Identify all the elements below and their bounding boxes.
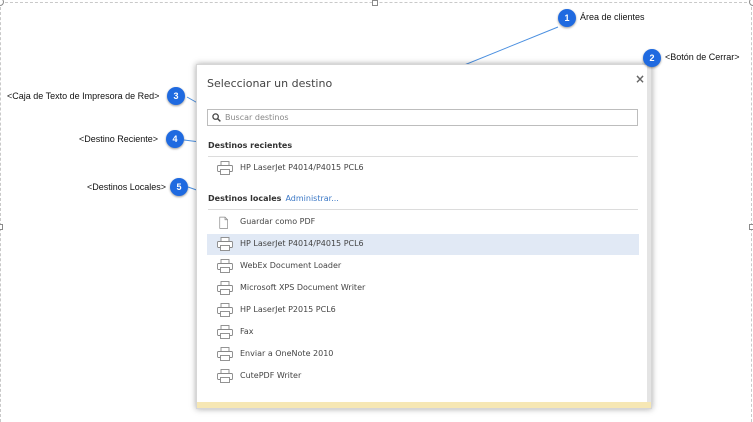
print-destination-dialog: Seleccionar un destino × Destinos recien… — [196, 64, 652, 409]
search-icon — [212, 113, 221, 122]
destination-label: CutePDF Writer — [240, 371, 302, 380]
printer-icon — [217, 281, 233, 295]
destination-label: Fax — [240, 327, 254, 336]
local-destination-item[interactable]: CutePDF Writer — [207, 366, 639, 387]
destination-label: Guardar como PDF — [240, 217, 316, 226]
manage-link[interactable]: Administrar... — [285, 194, 338, 203]
local-destination-item[interactable]: Enviar a OneNote 2010 — [207, 344, 639, 365]
dialog-scrollbar[interactable] — [647, 65, 651, 408]
callout-label-1: Área de clientes — [580, 12, 645, 22]
destination-label: Microsoft XPS Document Writer — [240, 283, 366, 292]
document-icon — [219, 216, 228, 229]
recent-divider — [208, 156, 638, 157]
callout-badge-3[interactable]: 3 — [167, 87, 185, 105]
callout-label-5: <Destinos Locales> — [87, 182, 167, 192]
destination-label: Enviar a OneNote 2010 — [240, 349, 334, 358]
callout-badge-1[interactable]: 1 — [558, 9, 576, 27]
printer-icon — [217, 259, 233, 273]
local-destination-item-selected[interactable]: HP LaserJet P4014/P4015 PCL6 — [207, 234, 639, 255]
close-icon: × — [634, 72, 646, 86]
local-heading-text: Destinos locales — [208, 194, 282, 203]
local-destination-item[interactable]: Microsoft XPS Document Writer — [207, 278, 639, 299]
callout-badge-4[interactable]: 4 — [166, 130, 184, 148]
printer-icon — [217, 237, 233, 251]
search-destinations-box[interactable] — [207, 109, 638, 126]
local-divider — [208, 209, 638, 210]
destination-label: HP LaserJet P4014/P4015 PCL6 — [240, 163, 364, 172]
callout-badge-2[interactable]: 2 — [643, 49, 661, 67]
callout-label-3: <Caja de Texto de Impresora de Red> — [7, 91, 160, 101]
destination-label: HP LaserJet P2015 PCL6 — [240, 305, 336, 314]
recent-destinations-heading: Destinos recientes — [208, 141, 293, 150]
local-destination-item[interactable]: HP LaserJet P2015 PCL6 — [207, 300, 639, 321]
callout-label-4: <Destino Reciente> — [79, 134, 159, 144]
printer-icon — [217, 325, 233, 339]
callout-label-2: <Botón de Cerrar> — [665, 52, 740, 62]
dialog-title: Seleccionar un destino — [207, 77, 333, 90]
local-destination-item[interactable]: Guardar como PDF — [207, 212, 639, 233]
printer-icon — [217, 369, 233, 383]
search-input[interactable] — [225, 111, 625, 124]
callout-badge-5[interactable]: 5 — [170, 178, 188, 196]
printer-icon — [217, 347, 233, 361]
printer-icon — [217, 161, 233, 175]
destination-label: HP LaserJet P4014/P4015 PCL6 — [240, 239, 364, 248]
local-destination-item[interactable]: WebEx Document Loader — [207, 256, 639, 277]
close-button[interactable]: × — [634, 73, 646, 85]
local-destination-item[interactable]: Fax — [207, 322, 639, 343]
recent-destination-item[interactable]: HP LaserJet P4014/P4015 PCL6 — [207, 158, 639, 179]
local-destinations-heading: Destinos locales Administrar... — [208, 194, 339, 203]
destination-label: WebEx Document Loader — [240, 261, 342, 270]
printer-icon — [217, 303, 233, 317]
